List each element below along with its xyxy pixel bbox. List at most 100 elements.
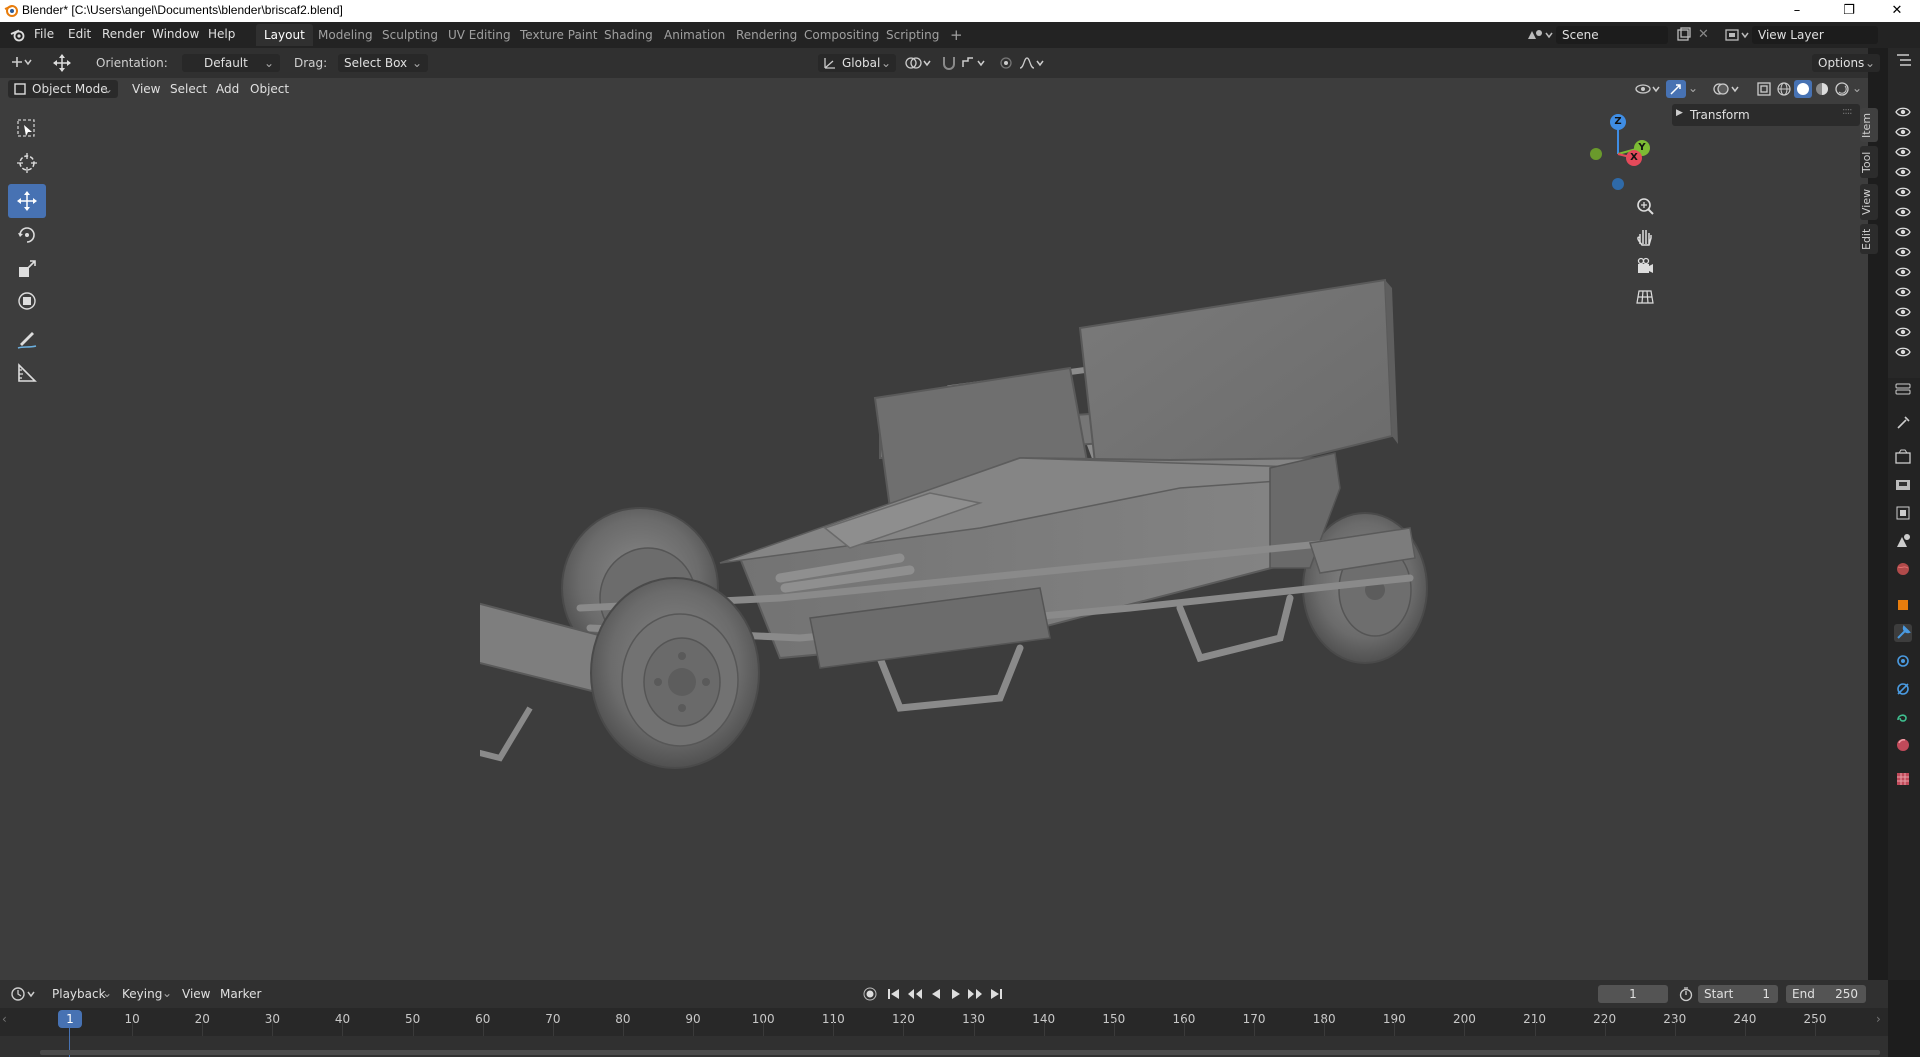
add-workspace-button[interactable]: + [942, 24, 971, 46]
overlays-icon[interactable] [1712, 81, 1742, 97]
pivot-point-icon[interactable] [904, 55, 934, 71]
select-box-tool[interactable] [8, 112, 46, 146]
move-tool[interactable] [8, 184, 46, 218]
cursor-tool[interactable] [8, 146, 46, 180]
delete-scene-icon[interactable]: ✕ [1698, 27, 1709, 42]
editor-type-icon[interactable] [10, 54, 34, 70]
eye-icon[interactable] [1895, 346, 1911, 358]
view-layer-properties-icon[interactable] [1894, 504, 1912, 522]
tab-layout[interactable]: Layout [256, 24, 313, 46]
playhead[interactable]: 1 [58, 1010, 82, 1028]
eye-icon[interactable] [1895, 206, 1911, 218]
timeline-editor-icon[interactable] [10, 986, 38, 1002]
tab-scripting[interactable]: Scripting [878, 24, 947, 46]
play-icon[interactable] [948, 986, 964, 1002]
stopwatch-icon[interactable] [1678, 986, 1694, 1002]
visibility-selectability-icon[interactable] [1634, 81, 1662, 97]
tab-animation[interactable]: Animation [656, 24, 733, 46]
eye-icon[interactable] [1895, 306, 1911, 318]
shading-rendered-icon[interactable] [1834, 81, 1850, 97]
tab-shading[interactable]: Shading [596, 24, 661, 46]
snap-icon[interactable] [940, 55, 958, 71]
timeline-menu-keying[interactable]: Keying [122, 987, 162, 1001]
chevron-down-icon[interactable]: ⌄ [1852, 81, 1862, 95]
tool-properties-icon[interactable] [1894, 414, 1912, 432]
timeline-menu-view[interactable]: View [182, 987, 210, 1001]
eye-icon[interactable] [1895, 106, 1911, 118]
record-icon[interactable] [862, 986, 878, 1002]
tab-uv-editing[interactable]: UV Editing [440, 24, 519, 46]
chevron-down-icon[interactable]: ⌄ [1688, 81, 1698, 95]
eye-icon[interactable] [1895, 126, 1911, 138]
jump-end-icon[interactable] [988, 986, 1004, 1002]
scroll-left-icon[interactable]: ‹ [2, 1012, 7, 1026]
current-frame-field[interactable]: 1 [1598, 985, 1668, 1003]
sidebar-tab-edit[interactable]: Edit [1860, 224, 1878, 254]
blender-menu-icon[interactable] [10, 28, 26, 42]
close-window-button[interactable]: ✕ [1874, 0, 1920, 22]
xray-icon[interactable] [1756, 81, 1772, 97]
orientation-dropdown[interactable]: Default ⌄ [182, 54, 280, 72]
rotate-tool[interactable] [8, 218, 46, 252]
eye-icon[interactable] [1895, 266, 1911, 278]
eye-icon[interactable] [1895, 226, 1911, 238]
transform-panel-header[interactable]: ▶ Transform :::: [1672, 104, 1860, 126]
scale-tool[interactable] [8, 252, 46, 286]
menu-window[interactable]: Window [152, 27, 199, 41]
eye-icon[interactable] [1895, 186, 1911, 198]
drag-dropdown[interactable]: Select Box ⌄ [338, 54, 428, 72]
proportional-falloff-icon[interactable] [1018, 55, 1048, 71]
zoom-view-button[interactable] [1632, 194, 1658, 220]
toggle-perspective-button[interactable] [1632, 284, 1658, 310]
shading-wireframe-icon[interactable] [1776, 81, 1792, 97]
scene-properties-icon[interactable] [1894, 532, 1912, 550]
move-tool-header-icon[interactable] [52, 53, 72, 73]
play-reverse-icon[interactable] [928, 986, 944, 1002]
timeline-menu-marker[interactable]: Marker [220, 987, 261, 1001]
tab-modeling[interactable]: Modeling [310, 24, 381, 46]
gizmo-toggle-icon[interactable] [1666, 80, 1686, 98]
3d-viewport[interactable] [0, 78, 1868, 980]
snap-target-icon[interactable] [960, 55, 990, 71]
view-layer-icon[interactable] [1724, 27, 1750, 43]
start-frame-field[interactable]: Start 1 [1698, 985, 1778, 1003]
proportional-editing-icon[interactable] [998, 55, 1014, 71]
particle-properties-icon[interactable] [1894, 652, 1912, 670]
tab-compositing[interactable]: Compositing [796, 24, 887, 46]
annotate-tool[interactable] [8, 322, 46, 356]
view-layer-field[interactable]: View Layer [1752, 26, 1878, 44]
eye-icon[interactable] [1895, 326, 1911, 338]
physics-properties-icon[interactable] [1894, 680, 1912, 698]
gizmo-axis-x[interactable]: X [1626, 150, 1642, 166]
eye-icon[interactable] [1895, 246, 1911, 258]
tab-sculpting[interactable]: Sculpting [374, 24, 446, 46]
viewport-menu-object[interactable]: Object [250, 82, 289, 96]
drag-handle-icon[interactable]: :::: [1842, 106, 1853, 117]
scroll-right-icon[interactable]: › [1876, 1012, 1881, 1026]
properties-editor-icon[interactable] [1894, 380, 1912, 398]
jump-keyframe-forward-icon[interactable] [966, 986, 984, 1002]
scene-name-field[interactable]: Scene [1556, 26, 1668, 44]
menu-edit[interactable]: Edit [68, 27, 91, 41]
constraint-properties-icon[interactable] [1894, 708, 1912, 726]
shading-material-icon[interactable] [1814, 81, 1830, 97]
sprint-car-model[interactable] [480, 188, 1460, 828]
mode-dropdown[interactable]: Object Mode ⌄ [8, 80, 118, 98]
viewport-menu-add[interactable]: Add [216, 82, 239, 96]
timeline-scrollbar[interactable] [40, 1050, 1880, 1055]
tab-rendering[interactable]: Rendering [728, 24, 805, 46]
transform-orientation-dropdown[interactable]: Global ⌄ [818, 54, 896, 72]
menu-render[interactable]: Render [102, 27, 145, 41]
jump-start-icon[interactable] [886, 986, 902, 1002]
options-dropdown[interactable]: Options ⌄ [1812, 54, 1880, 72]
sidebar-tab-view[interactable]: View [1860, 184, 1878, 220]
world-properties-icon[interactable] [1894, 560, 1912, 578]
tab-texture-paint[interactable]: Texture Paint [512, 24, 605, 46]
viewport-menu-select[interactable]: Select [170, 82, 207, 96]
end-frame-field[interactable]: End 250 [1786, 985, 1866, 1003]
camera-view-button[interactable] [1632, 254, 1658, 280]
menu-file[interactable]: File [34, 27, 54, 41]
restore-button[interactable]: ❐ [1826, 0, 1872, 22]
menu-help[interactable]: Help [208, 27, 235, 41]
navigation-gizmo[interactable]: Z Y X [1572, 108, 1672, 198]
